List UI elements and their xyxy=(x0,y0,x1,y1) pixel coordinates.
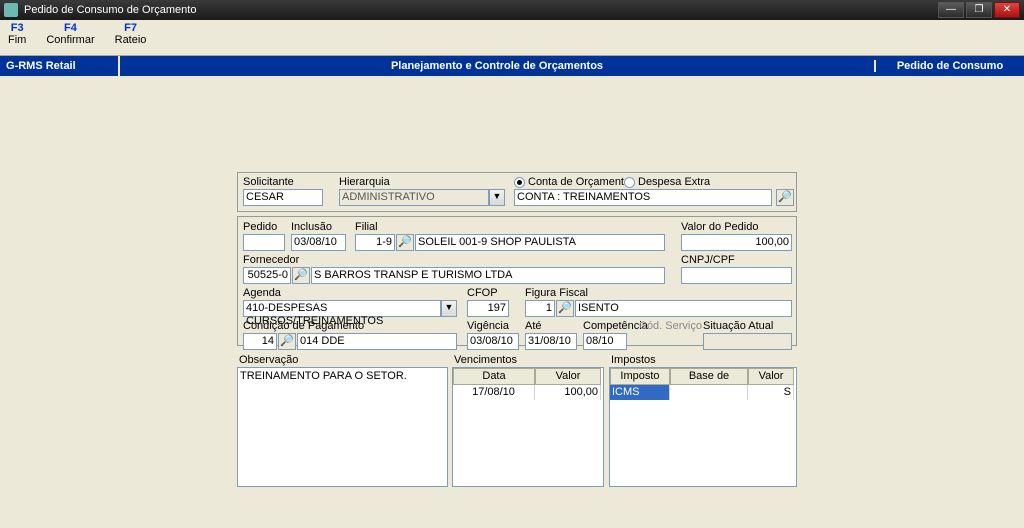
venc-grid-row[interactable]: 17/08/10 100,00 xyxy=(453,385,601,400)
minimize-button[interactable]: — xyxy=(938,2,964,18)
figura-label: Figura Fiscal xyxy=(525,287,588,299)
fornecedor-search-icon[interactable]: 🔎 xyxy=(292,267,310,284)
venc-label: Vencimentos xyxy=(454,354,517,366)
cfop-label: CFOP xyxy=(467,287,498,299)
cnpj-input[interactable] xyxy=(681,267,792,284)
conta-search-icon[interactable]: 🔎 xyxy=(776,189,794,206)
radio-despesa-extra[interactable]: Despesa Extra xyxy=(624,176,710,188)
solicitante-input[interactable]: CESAR xyxy=(243,189,323,206)
shortcut-f3[interactable]: F3 Fim xyxy=(8,22,26,46)
agenda-dropdown-icon[interactable]: ▼ xyxy=(441,300,457,317)
imp-grid-row[interactable]: ICMS S xyxy=(610,385,794,400)
filial-label: Filial xyxy=(355,221,378,233)
hierarquia-dropdown-icon[interactable]: ▼ xyxy=(489,189,505,206)
form-canvas: Solicitante CESAR Hierarquia ADMINISTRAT… xyxy=(0,76,1024,528)
maximize-button[interactable]: ❐ xyxy=(966,2,992,18)
cnpj-label: CNPJ/CPF xyxy=(681,254,735,266)
hierarquia-select[interactable]: ADMINISTRATIVO xyxy=(339,189,489,206)
radio-conta-orcamento[interactable]: Conta de Orçamento xyxy=(514,176,630,188)
close-button[interactable]: ✕ xyxy=(994,2,1020,18)
inclusao-input[interactable]: 03/08/10 xyxy=(291,234,346,251)
solicitante-label: Solicitante xyxy=(243,176,294,188)
filial-search-icon[interactable]: 🔎 xyxy=(396,234,414,251)
agenda-label: Agenda xyxy=(243,287,281,299)
app-icon xyxy=(4,3,18,17)
cod-servico-label: Cód. Serviço xyxy=(639,320,702,332)
radio-dot-icon xyxy=(624,177,635,188)
valor-pedido-input[interactable]: 100,00 xyxy=(681,234,792,251)
inclusao-label: Inclusão xyxy=(291,221,332,233)
window-titlebar: Pedido de Consumo de Orçamento — ❐ ✕ xyxy=(0,0,1024,20)
cfop-input[interactable]: 197 xyxy=(467,300,509,317)
shortcut-f7[interactable]: F7 Rateio xyxy=(115,22,147,46)
vigencia-input[interactable]: 03/08/10 xyxy=(467,333,519,350)
filial-desc-input: SOLEIL 001-9 SHOP PAULISTA xyxy=(415,234,665,251)
shortcut-bar: F3 Fim F4 Confirmar F7 Rateio xyxy=(0,20,1024,56)
shortcut-f4[interactable]: F4 Confirmar xyxy=(46,22,94,46)
fornecedor-code-input[interactable]: 50525-0 xyxy=(243,267,291,284)
ate-label: Até xyxy=(525,320,542,332)
fornecedor-desc-input: S BARROS TRANSP E TURISMO LTDA xyxy=(311,267,665,284)
imp-label: Impostos xyxy=(611,354,656,366)
conta-input[interactable]: CONTA : TREINAMENTOS xyxy=(514,189,772,206)
cond-search-icon[interactable]: 🔎 xyxy=(278,333,296,350)
situacao-input xyxy=(703,333,792,350)
situacao-label: Situação Atual xyxy=(703,320,773,332)
agenda-select[interactable]: 410-DESPESAS CURSOS/TREINAMENTOS xyxy=(243,300,441,317)
pedido-input[interactable] xyxy=(243,234,285,251)
pedido-label: Pedido xyxy=(243,221,277,233)
window-title: Pedido de Consumo de Orçamento xyxy=(24,4,936,16)
module-mid: Planejamento e Controle de Orçamentos xyxy=(120,60,874,72)
cond-label: Condição de Pagamento xyxy=(243,320,364,332)
obs-label: Observação xyxy=(239,354,298,366)
fornecedor-label: Fornecedor xyxy=(243,254,299,266)
filial-code-input[interactable]: 1-9 xyxy=(355,234,395,251)
module-left: G-RMS Retail xyxy=(0,56,120,76)
valor-pedido-label: Valor do Pedido xyxy=(681,221,758,233)
figura-code-input[interactable]: 1 xyxy=(525,300,555,317)
module-right: Pedido de Consumo xyxy=(874,60,1024,72)
venc-grid-header: Data Valor xyxy=(453,368,601,385)
radio-dot-icon xyxy=(514,177,525,188)
hierarquia-label: Hierarquia xyxy=(339,176,390,188)
obs-textarea[interactable]: TREINAMENTO PARA O SETOR. xyxy=(237,367,448,487)
cond-desc-input: 014 DDE xyxy=(297,333,457,350)
module-bar: G-RMS Retail Planejamento e Controle de … xyxy=(0,56,1024,76)
ate-input[interactable]: 31/08/10 xyxy=(525,333,577,350)
competencia-input[interactable]: 08/10 xyxy=(583,333,627,350)
figura-desc-input: ISENTO xyxy=(575,300,792,317)
imp-grid-header: Imposto Base de Cálculo Valor xyxy=(610,368,794,385)
vigencia-label: Vigência xyxy=(467,320,509,332)
cond-code-input[interactable]: 14 xyxy=(243,333,277,350)
figura-search-icon[interactable]: 🔎 xyxy=(556,300,574,317)
